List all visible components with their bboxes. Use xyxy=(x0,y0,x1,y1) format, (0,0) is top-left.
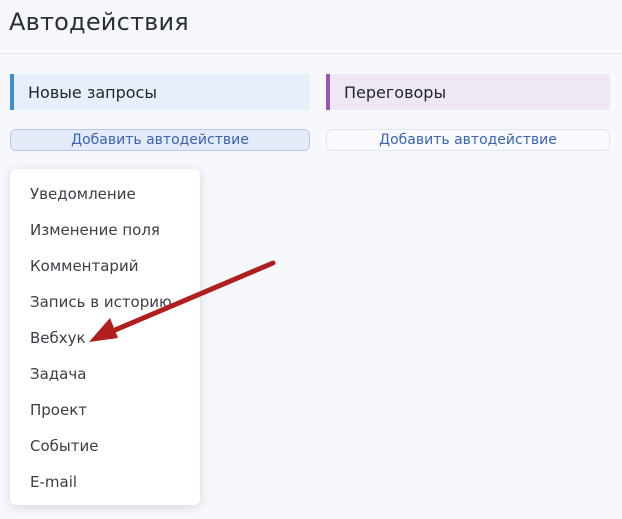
menu-item-webhook[interactable]: Вебхук xyxy=(30,329,86,347)
menu-item-notification[interactable]: Уведомление xyxy=(30,185,136,203)
menu-item-project[interactable]: Проект xyxy=(30,401,87,419)
stage-header-new-requests: Новые запросы xyxy=(10,74,310,110)
page-title: Автодействия xyxy=(9,8,189,36)
menu-item-task[interactable]: Задача xyxy=(30,365,86,383)
stage-header-negotiations: Переговоры xyxy=(326,74,610,110)
menu-item-email[interactable]: E-mail xyxy=(30,473,77,491)
add-autoaction-button[interactable]: Добавить автодействие xyxy=(326,129,610,151)
page-header: Автодействия xyxy=(0,0,622,54)
stage-label: Переговоры xyxy=(344,82,447,102)
menu-item-event[interactable]: Событие xyxy=(30,437,98,455)
menu-item-field-change[interactable]: Изменение поля xyxy=(30,221,160,239)
autoaction-type-menu: Уведомление Изменение поля Комментарий З… xyxy=(10,169,200,505)
menu-item-history-record[interactable]: Запись в историю xyxy=(30,293,172,311)
add-autoaction-button[interactable]: Добавить автодействие xyxy=(10,129,310,151)
menu-item-comment[interactable]: Комментарий xyxy=(30,257,138,275)
stage-label: Новые запросы xyxy=(28,82,157,102)
